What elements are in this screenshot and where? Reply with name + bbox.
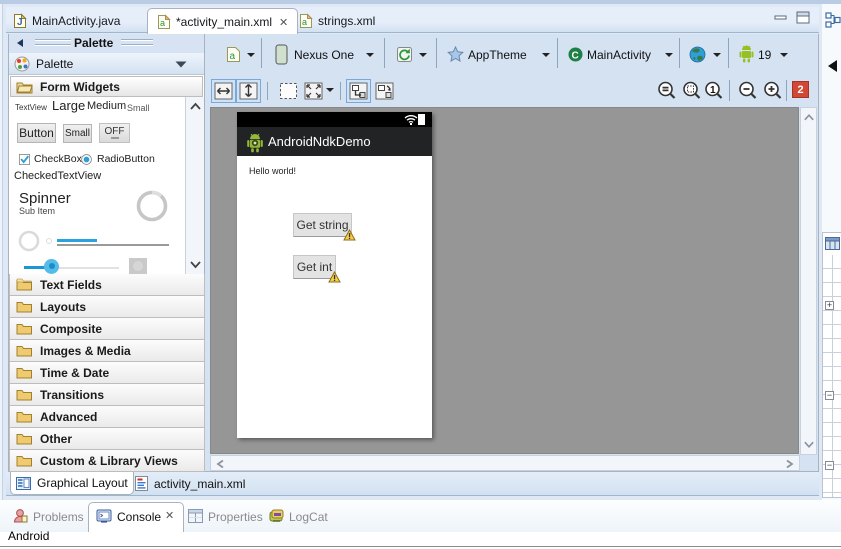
svg-text:a: a: [160, 18, 165, 28]
svg-text:1: 1: [710, 85, 716, 96]
svg-text:a: a: [230, 51, 236, 62]
svg-text:J: J: [17, 17, 23, 28]
svg-text:a: a: [302, 17, 307, 27]
svg-text:C: C: [572, 51, 579, 62]
